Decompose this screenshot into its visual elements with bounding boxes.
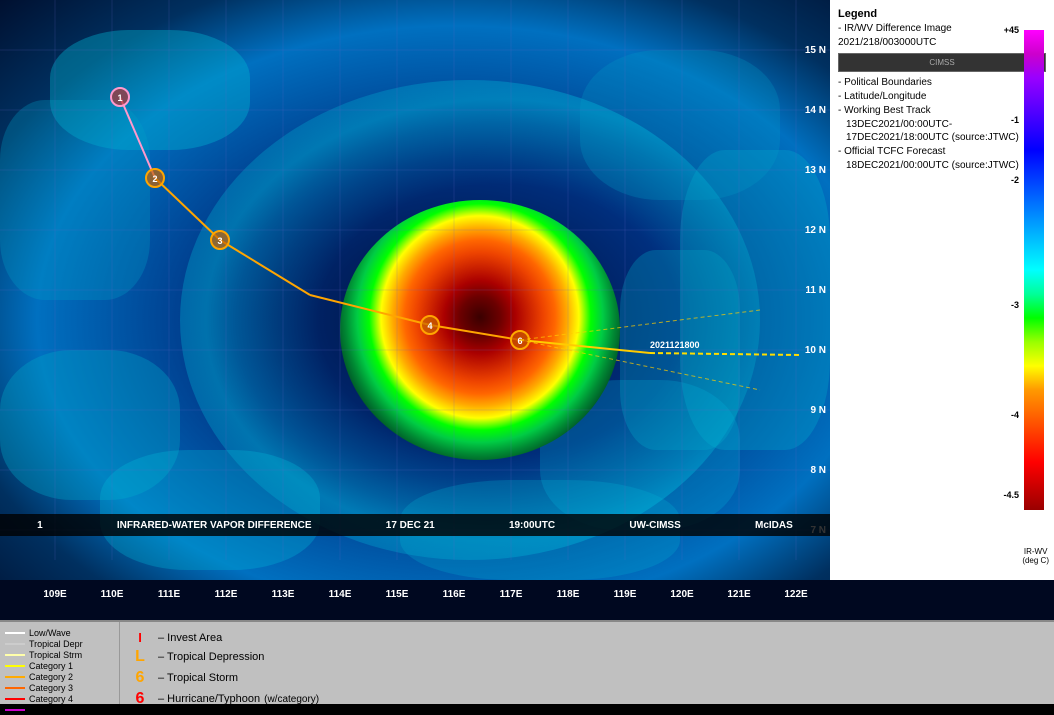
track-tropical-strm: Tropical Strm bbox=[5, 650, 114, 660]
lon-114e: 114E bbox=[329, 589, 352, 600]
map-time: 19:00UTC bbox=[509, 520, 555, 531]
track-low-wave: Low/Wave bbox=[5, 628, 114, 638]
lon-115e: 115E bbox=[386, 589, 409, 600]
lat-9n: 9 N bbox=[810, 405, 826, 416]
scale-unit: IR-WV (deg C) bbox=[1022, 547, 1049, 565]
lon-122e: 122E bbox=[784, 589, 807, 600]
lon-117e: 117E bbox=[500, 589, 523, 600]
map-source: UW-CIMSS bbox=[629, 520, 680, 531]
color-scale-bar bbox=[1024, 30, 1044, 510]
legend-forecast-dates: 18DEC2021/00:00UTC (source:JTWC) bbox=[838, 159, 1046, 172]
scale-label-45: -4.5 bbox=[1003, 490, 1019, 500]
legend-forecast: - Official TCFC Forecast bbox=[838, 145, 1046, 158]
status-bar: 1 INFRARED-WATER VAPOR DIFFERENCE 17 DEC… bbox=[0, 514, 830, 536]
bottom-legend-bar: Low/Wave Tropical Depr Tropical Strm Cat… bbox=[0, 620, 1054, 704]
lon-110e: 110E bbox=[101, 589, 124, 600]
map-software: McIDAS bbox=[755, 520, 793, 531]
scale-label-1: -1 bbox=[1011, 115, 1019, 125]
svg-text:2: 2 bbox=[152, 174, 157, 184]
map-area: 2021121800 1 2 3 4 6 109E 110E 111E 1 1 2 bbox=[0, 0, 1054, 620]
invest-text: – Invest Area bbox=[158, 632, 222, 644]
lat-13n: 13 N bbox=[805, 165, 826, 176]
td-icon: L bbox=[130, 648, 150, 666]
legend-political: - Political Boundaries bbox=[838, 76, 1046, 89]
lon-121e: 121E bbox=[727, 589, 750, 600]
symbol-legend: I – Invest Area L – Tropical Depression … bbox=[120, 622, 1054, 704]
scale-top-label: +45 bbox=[1004, 25, 1019, 35]
svg-text:1: 1 bbox=[117, 93, 122, 103]
lat-8n: 8 N bbox=[810, 465, 826, 476]
hurricane-suffix: (w/category) bbox=[264, 694, 319, 705]
lon-109e: 109E bbox=[43, 589, 66, 600]
lon-118e: 118E bbox=[557, 589, 580, 600]
map-title: INFRARED-WATER VAPOR DIFFERENCE bbox=[117, 520, 312, 531]
td-legend: L – Tropical Depression bbox=[130, 648, 1044, 666]
ts-legend: 6 – Tropical Storm bbox=[130, 669, 1044, 687]
lat-12n: 12 N bbox=[805, 225, 826, 236]
track-tropical-depr: Tropical Depr bbox=[5, 639, 114, 649]
frame-number: 1 bbox=[37, 520, 43, 531]
lon-111e: 111E bbox=[158, 589, 180, 600]
lon-116e: 116E bbox=[443, 589, 466, 600]
scale-label-2: -2 bbox=[1011, 175, 1019, 185]
lat-11n: 11 N bbox=[805, 285, 826, 296]
ts-icon: 6 bbox=[130, 669, 150, 687]
scale-label-4: -4 bbox=[1011, 410, 1019, 420]
invest-icon: I bbox=[130, 630, 150, 645]
svg-text:2021121800: 2021121800 bbox=[650, 340, 700, 350]
track-cat2: Category 2 bbox=[5, 672, 114, 682]
lat-14n: 14 N bbox=[805, 105, 826, 116]
svg-text:6: 6 bbox=[517, 336, 522, 346]
invest-legend: I – Invest Area bbox=[130, 630, 1044, 645]
cimss-logo: CIMSS bbox=[838, 53, 1046, 72]
td-text: – Tropical Depression bbox=[158, 651, 264, 663]
ts-text: – Tropical Storm bbox=[158, 672, 238, 684]
svg-text:3: 3 bbox=[217, 236, 222, 246]
track-type-legend: Low/Wave Tropical Depr Tropical Strm Cat… bbox=[0, 622, 120, 704]
legend-panel: Legend - IR/WV Difference Image 2021/218… bbox=[830, 0, 1054, 580]
main-container: 2021121800 1 2 3 4 6 109E 110E 111E 1 1 2 bbox=[0, 0, 1054, 704]
legend-image-time: 2021/218/003000UTC bbox=[838, 36, 1046, 49]
track-cat3: Category 3 bbox=[5, 683, 114, 693]
lat-10n: 10 N bbox=[805, 345, 826, 356]
hurricane-legend: 6 – Hurricane/Typhoon (w/category) bbox=[130, 690, 1044, 708]
hurricane-icon: 6 bbox=[130, 690, 150, 708]
svg-text:4: 4 bbox=[427, 321, 432, 331]
legend-latlon: - Latitude/Longitude bbox=[838, 90, 1046, 103]
track-cat4: Category 4 bbox=[5, 694, 114, 704]
lon-112e: 112E bbox=[215, 589, 238, 600]
track-cat5: Category 5 bbox=[5, 705, 114, 715]
map-date: 17 DEC 21 bbox=[386, 520, 435, 531]
lon-120e: 120E bbox=[670, 589, 693, 600]
lat-15n: 15 N bbox=[805, 45, 826, 56]
legend-title: Legend bbox=[838, 8, 1046, 20]
track-cat1: Category 1 bbox=[5, 661, 114, 671]
lon-113e: 113E bbox=[272, 589, 295, 600]
storm-track: 2021121800 1 2 3 4 6 bbox=[0, 0, 830, 580]
lon-119e: 119E bbox=[614, 589, 637, 600]
scale-label-3: -3 bbox=[1011, 300, 1019, 310]
hurricane-text: – Hurricane/Typhoon bbox=[158, 693, 260, 705]
